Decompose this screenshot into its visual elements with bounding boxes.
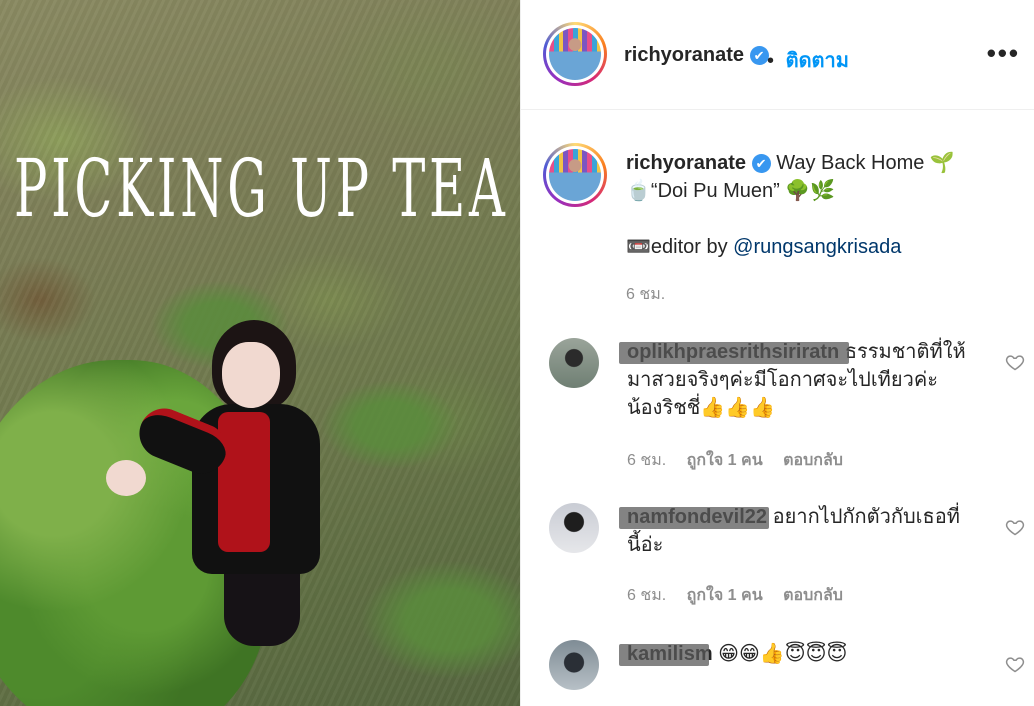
video-overlay-text: PICKING UP TEA	[14, 142, 509, 235]
caption-line-3: 📼editor by	[626, 236, 734, 258]
caption-line-2: 🍵“Doi Pu Muen” 🌳🌿	[626, 180, 836, 202]
commenter-username[interactable]: namfondevil22	[627, 506, 767, 528]
fern-foliage	[360, 560, 520, 680]
reply-button[interactable]: ตอบกลับ	[783, 587, 843, 604]
caption-username[interactable]: richyoranate	[626, 152, 746, 174]
separator-dot: •	[767, 50, 775, 72]
comment-meta: 6 ชม. ถูกใจ 1 คน ตอบกลับ	[627, 448, 859, 473]
commenter-avatar[interactable]	[549, 338, 599, 388]
heart-outline-icon[interactable]	[1005, 654, 1025, 674]
author-username-link[interactable]: richyoranate ✔	[624, 44, 769, 67]
caption-mention-link[interactable]: @rungsangkrisada	[733, 236, 901, 258]
header-follow-group: • ติดตาม	[767, 44, 849, 76]
heart-outline-icon[interactable]	[1005, 517, 1025, 537]
comment-meta: 6 ชม. ถูกใจ 1 คน ตอบกลับ	[627, 583, 859, 608]
commenter-avatar[interactable]	[549, 640, 599, 690]
caption-timestamp[interactable]: 6 ชม.	[626, 282, 665, 307]
commenter-avatar[interactable]	[549, 503, 599, 553]
commenter-username[interactable]: kamilism	[627, 643, 713, 665]
author-avatar[interactable]	[543, 22, 607, 86]
comment-body: namfondevil22 อยากไปกักตัวกับเธอที่นี้อ่…	[619, 503, 967, 559]
reply-button[interactable]: ตอบกลับ	[783, 452, 843, 469]
post-side-panel: richyoranate ✔ • ติดตาม ••• richyoranate…	[520, 0, 1034, 706]
follow-button[interactable]: ติดตาม	[786, 50, 849, 72]
comment-timestamp[interactable]: 6 ชม.	[627, 587, 666, 604]
comment-text: 😁😁👍😇😇😇	[718, 643, 848, 665]
caption-author-avatar[interactable]	[543, 143, 607, 207]
caption-line-1: Way Back Home 🌱	[776, 152, 955, 174]
comment-body: kamilism 😁😁👍😇😇😇	[619, 640, 967, 668]
commenter-username[interactable]: oplikhpraesrithsiriratn	[627, 341, 839, 363]
woman-picking-tea	[100, 320, 330, 650]
caption-text-block: richyoranate ✔ Way Back Home 🌱 🍵“Doi Pu …	[626, 149, 996, 261]
heart-outline-icon[interactable]	[1005, 352, 1025, 372]
comment-likes-count[interactable]: ถูกใจ 1 คน	[687, 587, 763, 604]
comment-timestamp[interactable]: 6 ชม.	[627, 452, 666, 469]
comment-body: oplikhpraesrithsiriratn ธรรมชาติที่ให้มา…	[619, 338, 967, 422]
verified-badge-icon: ✔	[751, 154, 771, 173]
fern-foliage	[320, 380, 460, 470]
post-header: richyoranate ✔ • ติดตาม •••	[521, 0, 1034, 110]
author-username[interactable]: richyoranate	[624, 44, 744, 66]
comment-likes-count[interactable]: ถูกใจ 1 คน	[687, 452, 763, 469]
verified-badge-icon: ✔	[749, 46, 769, 65]
more-options-icon[interactable]: •••	[987, 38, 1020, 68]
post-media-video[interactable]: PICKING UP TEA	[0, 0, 520, 706]
